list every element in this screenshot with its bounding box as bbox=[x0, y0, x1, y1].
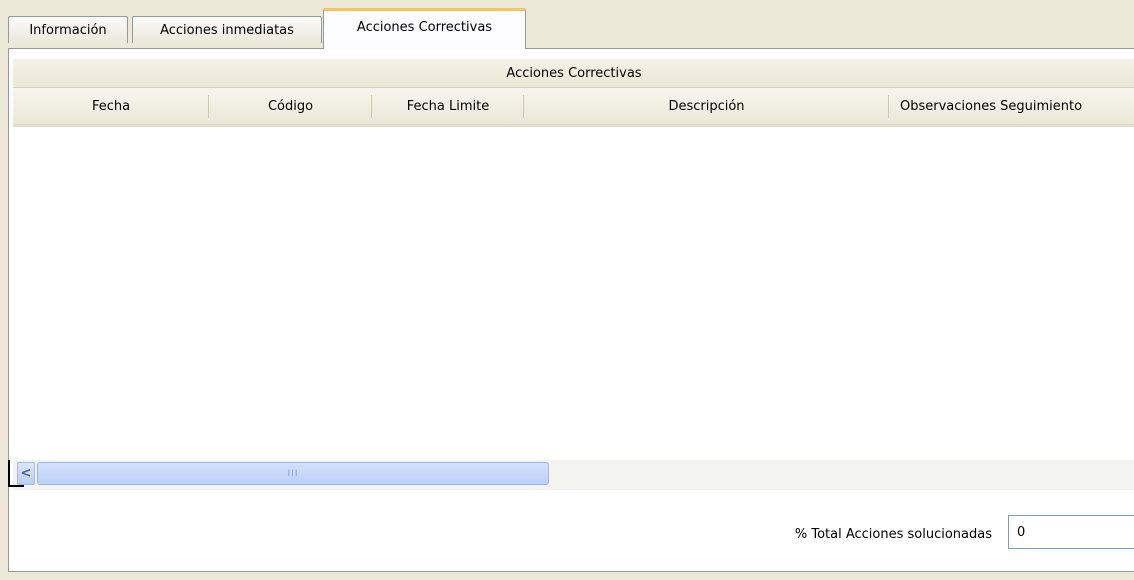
tab-acciones-correctivas[interactable]: Acciones Correctivas bbox=[323, 8, 526, 49]
grip-icon: III bbox=[287, 468, 299, 479]
scroll-thumb[interactable]: III bbox=[37, 462, 549, 485]
group-title: Acciones Correctivas bbox=[506, 65, 642, 81]
tab-acciones-inmediatas[interactable]: Acciones inmediatas bbox=[132, 16, 322, 43]
column-header-observaciones[interactable]: Observaciones Seguimiento bbox=[889, 88, 1134, 124]
column-label: Fecha Limite bbox=[406, 98, 490, 114]
table-group-header: Acciones Correctivas bbox=[13, 59, 1134, 88]
scroll-left-button[interactable]: < bbox=[17, 462, 35, 485]
column-label: Código bbox=[267, 98, 314, 114]
tab-label: Acciones inmediatas bbox=[160, 22, 294, 38]
total-acciones-label: % Total Acciones solucionadas bbox=[794, 527, 992, 542]
tab-label: Información bbox=[29, 22, 107, 38]
tab-panel: Acciones Correctivas Fecha Código Fecha … bbox=[8, 48, 1134, 572]
column-header-row: Fecha Código Fecha Limite Descripción Ob… bbox=[13, 88, 1134, 127]
total-acciones-field[interactable] bbox=[1008, 515, 1134, 549]
table-body bbox=[13, 127, 1134, 467]
tab-informacion[interactable]: Información bbox=[8, 16, 128, 43]
column-header-codigo[interactable]: Código bbox=[209, 88, 372, 124]
acciones-correctivas-table: Acciones Correctivas Fecha Código Fecha … bbox=[13, 59, 1134, 499]
horizontal-scrollbar[interactable]: < III bbox=[13, 460, 1134, 490]
column-header-fecha-limite[interactable]: Fecha Limite bbox=[372, 88, 524, 124]
chevron-left-icon: < bbox=[20, 466, 32, 481]
column-label: Fecha bbox=[91, 98, 131, 114]
column-label: Descripción bbox=[668, 98, 745, 114]
tab-strip: Información Acciones inmediatas Acciones… bbox=[0, 0, 1134, 49]
tab-label: Acciones Correctivas bbox=[356, 20, 493, 35]
column-header-descripcion[interactable]: Descripción bbox=[524, 88, 889, 124]
column-label: Observaciones Seguimiento bbox=[900, 98, 1083, 114]
column-header-fecha[interactable]: Fecha bbox=[13, 88, 209, 124]
